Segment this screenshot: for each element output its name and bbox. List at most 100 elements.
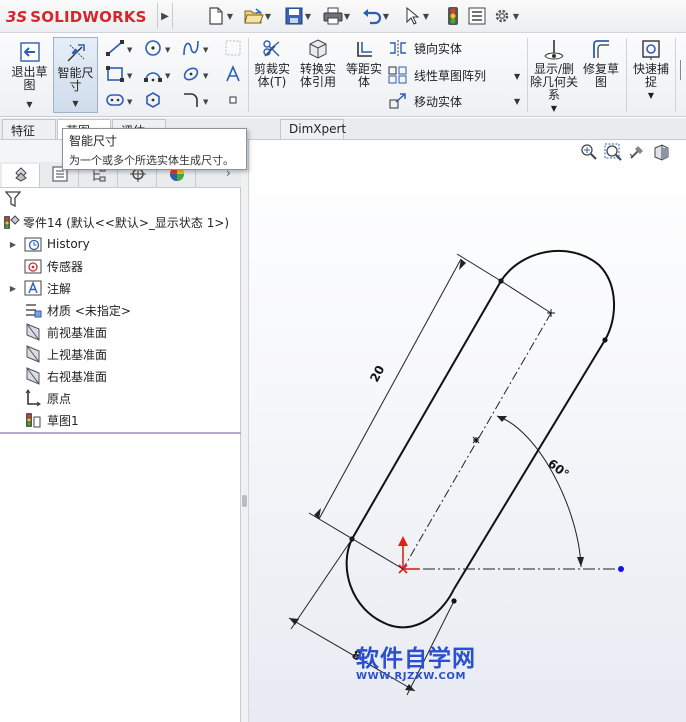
file-properties-button[interactable] <box>467 5 487 27</box>
history-folder-icon <box>24 235 42 253</box>
move-entities-label: 移动实体 <box>414 94 463 109</box>
graphics-area[interactable]: 20 8 60° 软件自学网 WWW.RJZXW.COM <box>249 140 686 722</box>
print-button[interactable]: ▼ <box>323 5 351 27</box>
splitter-grip[interactable] <box>242 495 247 507</box>
new-document-button[interactable]: ▼ <box>206 5 234 27</box>
solidworks-logo[interactable]: 3S SOLIDWORKS <box>6 5 147 29</box>
line-tool-button[interactable] <box>104 39 126 59</box>
select-dropdown-arrow[interactable]: ▼ <box>422 12 430 21</box>
undo-button[interactable]: ▼ <box>362 5 390 27</box>
ribbon-separator <box>248 38 249 112</box>
print-dropdown-arrow[interactable]: ▼ <box>343 12 351 21</box>
slot-lower-left-line <box>351 280 502 540</box>
spline-dropdown-arrow[interactable]: ▼ <box>203 46 211 54</box>
mirror-entities-button[interactable]: 镜向实体 <box>388 38 462 58</box>
display-delete-relations-button[interactable]: 显示/删除几何关系 ▼ <box>530 37 578 115</box>
slot-tool-button[interactable] <box>104 91 126 111</box>
tree-item-right-plane[interactable]: 右视基准面 <box>6 366 107 386</box>
slot-dropdown-arrow[interactable]: ▼ <box>127 98 135 106</box>
smart-dimension-button[interactable]: 智能尺寸 ▼ <box>53 37 98 113</box>
point-icon <box>228 94 238 108</box>
tree-item-top-plane[interactable]: 上视基准面 <box>6 344 107 364</box>
ribbon-separator <box>675 38 676 112</box>
dim-angle-text[interactable]: 60° <box>545 456 572 481</box>
arc-icon <box>144 66 162 85</box>
arc-dropdown-arrow[interactable]: ▼ <box>165 72 173 80</box>
exit-sketch-button[interactable]: 退出草图 ▼ <box>7 37 52 113</box>
rebuild-button[interactable] <box>443 5 463 27</box>
tab-featuremanager[interactable] <box>2 164 40 187</box>
filter-funnel-icon[interactable] <box>4 190 22 211</box>
ellipse-dropdown-arrow[interactable]: ▼ <box>203 72 211 80</box>
linear-pattern-dropdown-arrow[interactable]: ▼ <box>514 72 520 81</box>
options-dropdown-arrow[interactable]: ▼ <box>512 12 520 21</box>
save-dropdown-arrow[interactable]: ▼ <box>304 12 312 21</box>
line-icon <box>106 39 124 59</box>
undo-dropdown-arrow[interactable]: ▼ <box>382 12 390 21</box>
select-button[interactable]: ▼ <box>402 5 430 27</box>
ellipse-tool-button[interactable] <box>180 65 202 85</box>
save-button[interactable]: ▼ <box>284 5 312 27</box>
exit-sketch-dropdown-arrow[interactable]: ▼ <box>7 98 52 111</box>
smart-dimension-dropdown-arrow[interactable]: ▼ <box>54 97 97 110</box>
move-entities-dropdown-arrow[interactable]: ▼ <box>514 97 520 106</box>
tree-item-sensors[interactable]: 传感器 <box>6 256 83 276</box>
convert-entities-icon <box>306 38 330 62</box>
tree-item-history[interactable]: ▶ History <box>6 234 90 254</box>
tree-item-label: 前视基准面 <box>47 325 108 340</box>
move-entities-button[interactable]: 移动实体 <box>388 91 462 111</box>
new-dropdown-arrow[interactable]: ▼ <box>226 12 234 21</box>
expand-arrow-icon[interactable]: ▶ <box>6 284 20 293</box>
ribbon-overflow-indicator[interactable] <box>680 60 686 80</box>
open-button[interactable]: ▼ <box>244 5 272 27</box>
repair-sketch-button[interactable]: 修复草图 <box>580 37 622 89</box>
tree-item-origin[interactable]: 原点 <box>6 388 71 408</box>
quick-snaps-button[interactable]: 快速捕捉 ▼ <box>630 37 672 102</box>
tab-dimxpert[interactable]: DimXpert <box>280 119 346 139</box>
convert-entities-button[interactable]: 转换实体引用 <box>297 37 339 89</box>
sketch-entities-group: ▼ ▼ ▼ ▼ ▼ ▼ ▼ ▼ <box>100 37 248 113</box>
relations-dropdown-arrow[interactable]: ▼ <box>530 102 578 115</box>
open-dropdown-arrow[interactable]: ▼ <box>264 12 272 21</box>
options-button[interactable]: ▼ <box>492 5 520 27</box>
sensor-icon <box>24 257 42 275</box>
tree-item-sketch1[interactable]: 草图1 <box>6 410 79 430</box>
menu-expand-arrow-icon[interactable]: ▶ <box>157 3 173 29</box>
surface-tool-button[interactable] <box>222 39 244 59</box>
text-tool-button[interactable] <box>222 64 244 85</box>
rectangle-tool-button[interactable] <box>104 65 126 85</box>
offset-entities-button[interactable]: 等距实体 <box>343 37 385 89</box>
fillet-tool-button[interactable] <box>180 91 202 111</box>
tree-item-label: 注解 <box>47 281 72 296</box>
new-document-icon <box>206 6 226 26</box>
circle-tool-button[interactable] <box>142 39 164 59</box>
rectangle-icon <box>106 65 124 85</box>
panel-splitter[interactable] <box>241 140 249 722</box>
spline-tool-button[interactable] <box>180 39 202 59</box>
undo-icon <box>362 6 382 26</box>
tree-item-material[interactable]: 材质 <未指定> <box>6 300 131 320</box>
quick-snaps-dropdown-arrow[interactable]: ▼ <box>630 89 672 102</box>
plane-icon <box>24 345 42 363</box>
tree-end-marker <box>0 432 241 434</box>
rectangle-dropdown-arrow[interactable]: ▼ <box>127 72 135 80</box>
point-tool-button[interactable] <box>222 91 244 111</box>
tab-features[interactable]: 特征 <box>2 119 56 139</box>
tree-root-part[interactable]: 零件14 (默认<<默认>_显示状态 1>) <box>2 212 229 232</box>
save-icon <box>284 6 304 26</box>
expand-arrow-icon[interactable]: ▶ <box>6 240 20 249</box>
fillet-dropdown-arrow[interactable]: ▼ <box>203 98 211 106</box>
tree-item-front-plane[interactable]: 前视基准面 <box>6 322 107 342</box>
dim-length-text[interactable]: 20 <box>367 363 387 384</box>
linear-pattern-button[interactable]: 线性草图阵列 <box>388 65 486 85</box>
exit-sketch-icon <box>17 39 43 65</box>
tree-item-annotations[interactable]: ▶ 注解 <box>6 278 71 298</box>
polygon-tool-button[interactable] <box>142 91 164 111</box>
smart-dimension-label: 智能尺寸 <box>57 66 94 93</box>
tree-item-label: History <box>47 237 90 251</box>
arc-tool-button[interactable] <box>142 65 164 85</box>
sketch-canvas[interactable]: 20 8 60° <box>249 140 686 722</box>
circle-dropdown-arrow[interactable]: ▼ <box>165 46 173 54</box>
line-dropdown-arrow[interactable]: ▼ <box>127 46 135 54</box>
trim-entities-button[interactable]: 剪裁实体(T) <box>251 37 293 89</box>
